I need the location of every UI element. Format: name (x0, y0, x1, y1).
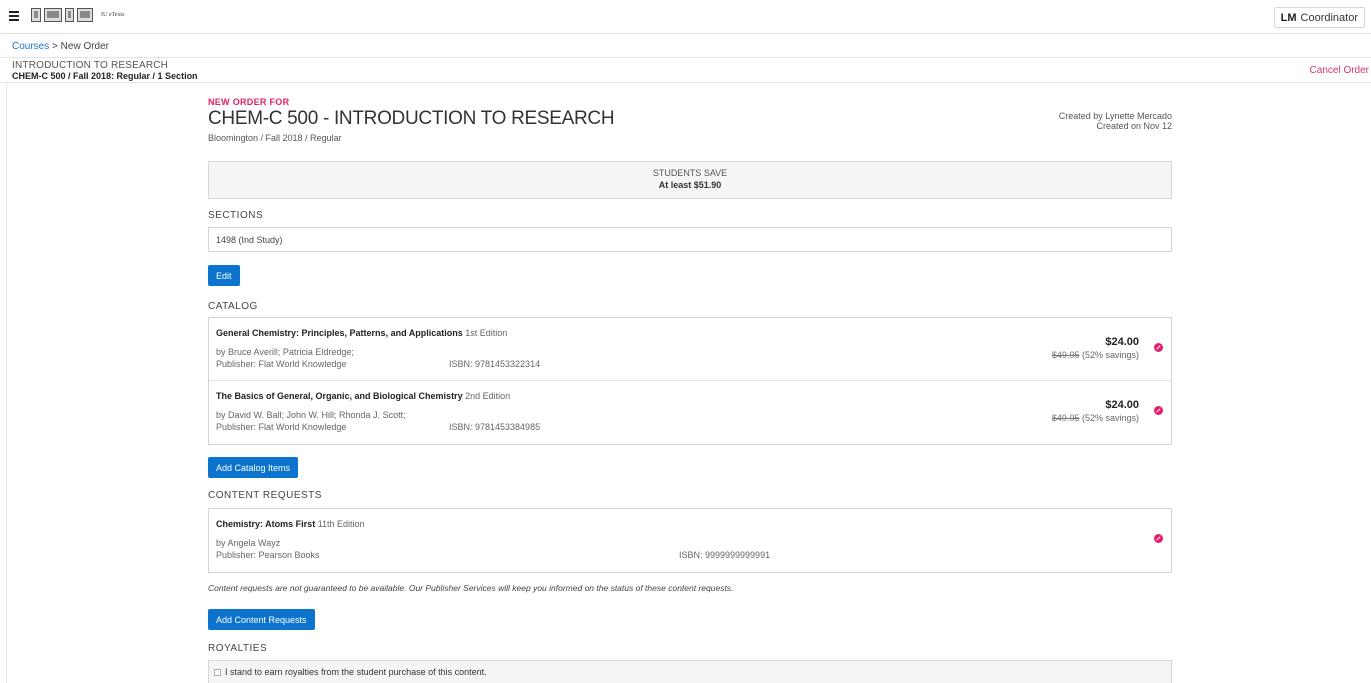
book-original-price: $49.95 (52% savings) (1052, 413, 1139, 423)
remove-icon[interactable] (1154, 534, 1163, 543)
book-authors: by Angela Wayz (216, 538, 281, 548)
phone-icon (65, 8, 74, 22)
user-initials: LM (1280, 11, 1297, 24)
savings-banner: STUDENTS SAVE At least $51.90 (208, 161, 1172, 199)
content-requests-disclaimer: Content requests are not guaranteed to b… (208, 583, 734, 593)
book-publisher: Publisher: Flat World Knowledge (216, 359, 347, 369)
breadcrumb-separator: > (49, 41, 61, 52)
savings-amount: At least $51.90 (658, 180, 722, 190)
content-requests-heading: CONTENT REQUESTS (208, 490, 322, 501)
royalties-heading: ROYALTIES (208, 643, 268, 654)
menu-icon[interactable] (9, 11, 19, 21)
remove-icon[interactable] (1154, 343, 1163, 352)
book-title: General Chemistry: Principles, Patterns,… (216, 328, 463, 338)
content-request-item: Chemistry: Atoms First 11th Edition by A… (209, 509, 1171, 572)
user-menu-button[interactable]: LM Coordinator (1273, 7, 1365, 28)
created-on: Created on Nov 12 (1096, 121, 1172, 131)
book-publisher: Publisher: Flat World Knowledge (216, 422, 347, 432)
sections-field: 1498 (Ind Study) (208, 227, 1172, 252)
book-isbn: ISBN: 9999999999991 (679, 550, 771, 560)
strikethrough-price: $49.95 (1051, 413, 1080, 423)
savings-label: STUDENTS SAVE (652, 168, 728, 178)
strikethrough-price: $49.95 (1051, 350, 1080, 360)
cancel-order-link[interactable]: Cancel Order (1310, 65, 1369, 76)
book-edition: 2nd Edition (465, 391, 511, 401)
order-form: NEW ORDER FOR CHEM-C 500 - INTRODUCTION … (208, 97, 1172, 683)
savings-percent: (52% savings) (1081, 413, 1139, 423)
laptop-icon (44, 8, 62, 22)
course-title: INTRODUCTION TO RESEARCH (12, 60, 169, 71)
sections-heading: SECTIONS (208, 210, 264, 221)
catalog-item-title: The Basics of General, Organic, and Biol… (216, 391, 510, 401)
user-role: Coordinator (1300, 11, 1358, 24)
app-logo[interactable]: IU eTexts (31, 7, 124, 23)
logo-text: IU eTexts (101, 12, 125, 18)
catalog-list: General Chemistry: Principles, Patterns,… (208, 317, 1172, 445)
royalties-checkbox-label[interactable]: I stand to earn royalties from the stude… (225, 667, 487, 677)
breadcrumb-courses-link[interactable]: Courses (12, 41, 49, 52)
top-bar: IU eTexts LM Coordinator (0, 0, 1371, 34)
catalog-heading: CATALOG (208, 301, 258, 312)
breadcrumb-current: New Order (60, 41, 110, 52)
book-original-price: $49.95 (52% savings) (1052, 350, 1139, 360)
divider (6, 83, 7, 683)
tablet-icon (31, 8, 41, 22)
book-authors: by Bruce Averill; Patricia Eldredge; (216, 347, 354, 357)
savings-percent: (52% savings) (1081, 350, 1139, 360)
course-summary: CHEM-C 500 / Fall 2018: Regular / 1 Sect… (12, 71, 198, 81)
monitor-icon (77, 8, 93, 22)
book-publisher: Publisher: Pearson Books (216, 550, 320, 560)
book-price: $24.00 (1105, 336, 1139, 348)
book-title: Chemistry: Atoms First (216, 519, 316, 529)
remove-icon[interactable] (1154, 406, 1163, 415)
book-authors: by David W. Ball; John W. Hill; Rhonda J… (216, 410, 406, 420)
catalog-item-title: General Chemistry: Principles, Patterns,… (216, 328, 507, 338)
order-kicker: NEW ORDER FOR (208, 97, 290, 107)
catalog-item: The Basics of General, Organic, and Biol… (209, 381, 1171, 444)
book-edition: 1st Edition (465, 328, 508, 338)
page-title: CHEM-C 500 - INTRODUCTION TO RESEARCH (208, 108, 615, 129)
catalog-item: General Chemistry: Principles, Patterns,… (209, 318, 1171, 381)
add-content-requests-button[interactable]: Add Content Requests (208, 609, 315, 630)
breadcrumb: Courses > New Order (12, 41, 109, 52)
add-catalog-items-button[interactable]: Add Catalog Items (208, 457, 299, 478)
edit-sections-button[interactable]: Edit (208, 265, 240, 286)
content-requests-list: Chemistry: Atoms First 11th Edition by A… (208, 508, 1172, 573)
created-info: Created by Lynette Mercado Created on No… (1059, 111, 1172, 131)
content-request-title: Chemistry: Atoms First 11th Edition (216, 519, 365, 529)
order-subtitle: Bloomington / Fall 2018 / Regular (208, 133, 342, 143)
royalties-option: I stand to earn royalties from the stude… (208, 660, 1172, 683)
royalties-checkbox[interactable] (214, 668, 221, 676)
book-isbn: ISBN: 9781453322314 (449, 359, 541, 369)
created-by: Created by Lynette Mercado (1058, 111, 1172, 121)
course-header: INTRODUCTION TO RESEARCH CHEM-C 500 / Fa… (0, 57, 1371, 83)
book-edition: 11th Edition (317, 519, 365, 529)
book-title: The Basics of General, Organic, and Biol… (216, 391, 463, 401)
book-price: $24.00 (1105, 399, 1139, 411)
book-isbn: ISBN: 9781453384985 (449, 422, 541, 432)
